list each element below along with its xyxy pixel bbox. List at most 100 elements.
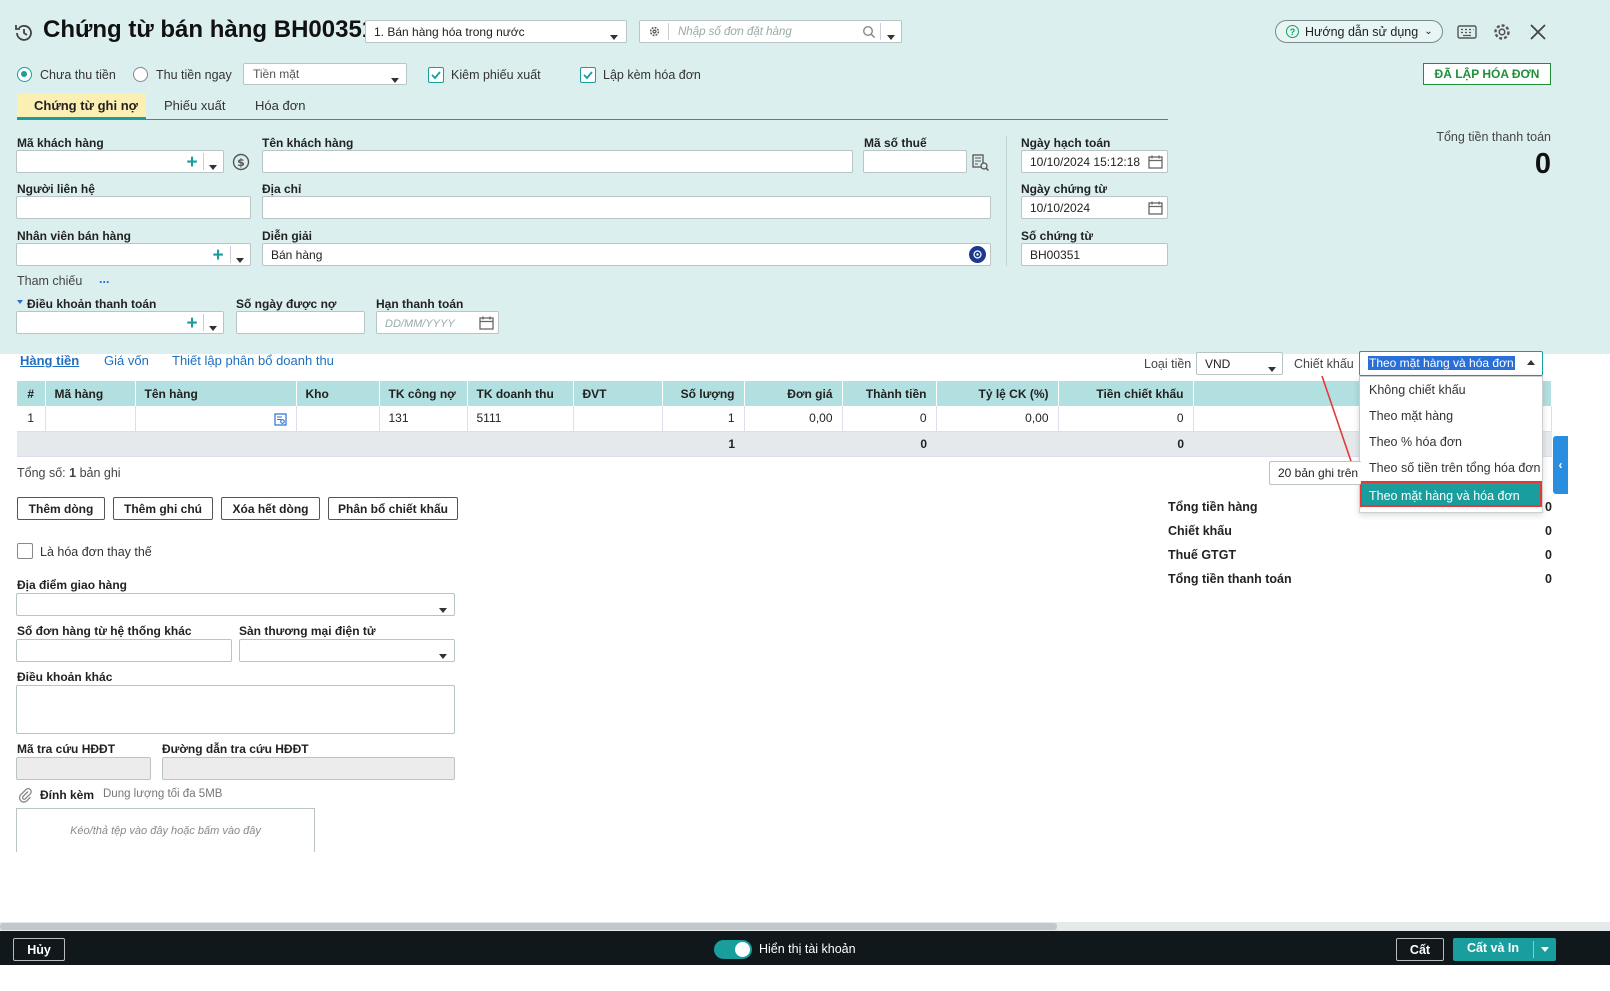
sale-type-select[interactable]: 1. Bán hàng hóa trong nước	[365, 20, 627, 43]
settings-gear-icon[interactable]	[1490, 20, 1514, 44]
add-row-button[interactable]: Thêm dòng	[17, 497, 105, 520]
col-header[interactable]: Số lượng	[662, 381, 745, 406]
dollar-icon[interactable]: $	[231, 152, 251, 172]
cell-unit[interactable]	[573, 406, 663, 432]
horizontal-scrollbar[interactable]	[0, 922, 1610, 931]
attachment-dropzone[interactable]: Kéo/thả tệp vào đây hoặc bấm vào đây	[16, 808, 315, 852]
col-header[interactable]: Kho	[296, 381, 380, 406]
other-order-no-input[interactable]	[16, 639, 232, 662]
svg-text:$: $	[237, 156, 245, 169]
due-date-input[interactable]: DD/MM/YYYY	[376, 311, 499, 334]
col-header[interactable]: Thành tiền	[842, 381, 937, 406]
cell-item-code[interactable]	[45, 406, 136, 432]
calendar-icon[interactable]	[477, 314, 495, 332]
item-detail-icon[interactable]	[274, 412, 288, 426]
save-print-button[interactable]: Cất và In	[1453, 938, 1556, 961]
voucher-no-input[interactable]: BH00351	[1021, 243, 1168, 266]
calendar-icon[interactable]	[1146, 199, 1164, 217]
chevron-down-icon[interactable]	[209, 326, 217, 331]
allocate-discount-button[interactable]: Phân bổ chiết khấu	[328, 497, 458, 520]
payment-method-select[interactable]: Tiền mặt	[243, 63, 407, 85]
delivery-place-select[interactable]	[16, 593, 455, 616]
side-panel-toggle-icon[interactable]: ‹	[1553, 436, 1568, 494]
cell-item-name[interactable]	[135, 406, 297, 432]
cell-discount-amount[interactable]: 0	[1058, 406, 1194, 432]
detail-tab-revenue-allocation[interactable]: Thiết lập phân bổ doanh thu	[172, 353, 334, 368]
history-icon[interactable]	[12, 21, 36, 45]
cell-warehouse[interactable]	[296, 406, 380, 432]
ecommerce-select[interactable]	[239, 639, 455, 662]
with-delivery-checkbox[interactable]	[428, 67, 444, 83]
col-header[interactable]: Tiền chiết khấu	[1058, 381, 1194, 406]
address-input[interactable]	[262, 196, 991, 219]
salesperson-input[interactable]: +	[16, 243, 251, 266]
cell-revenue-account[interactable]: 5111	[467, 406, 574, 432]
save-button[interactable]: Cất	[1396, 938, 1444, 961]
gear-icon[interactable]	[640, 21, 668, 42]
tax-code-input[interactable]	[863, 150, 967, 173]
customer-name-input[interactable]	[262, 150, 853, 173]
tab-invoice[interactable]: Hóa đơn	[255, 98, 305, 113]
paid-now-radio[interactable]	[133, 67, 148, 82]
page-size-select[interactable]: 20 bản ghi trên	[1269, 461, 1361, 485]
cell-ar-account[interactable]: 131	[379, 406, 468, 432]
replacement-invoice-checkbox[interactable]	[17, 543, 33, 559]
add-icon[interactable]: +	[209, 245, 227, 265]
close-icon[interactable]	[1526, 20, 1550, 44]
chevron-down-icon[interactable]	[887, 35, 895, 40]
chevron-down-icon[interactable]	[1541, 947, 1549, 952]
chevron-down-icon[interactable]	[209, 165, 217, 170]
calendar-icon[interactable]	[1146, 153, 1164, 171]
contact-input[interactable]	[16, 196, 251, 219]
discount-select[interactable]: Theo mặt hàng và hóa đơn	[1359, 351, 1543, 376]
col-header[interactable]: Đơn giá	[744, 381, 843, 406]
col-header[interactable]: Tỷ lệ CK (%)	[936, 381, 1059, 406]
order-search[interactable]: Nhập số đơn đặt hàng	[639, 20, 902, 43]
collapse-icon[interactable]	[17, 300, 23, 304]
col-header[interactable]: ĐVT	[573, 381, 663, 406]
search-icon[interactable]	[858, 21, 880, 42]
chevron-down-icon[interactable]	[236, 258, 244, 263]
payment-terms-input[interactable]: +	[16, 311, 224, 334]
credit-days-input[interactable]	[236, 311, 365, 334]
customer-code-input[interactable]: +	[16, 150, 224, 173]
unpaid-radio[interactable]	[17, 67, 32, 82]
currency-select[interactable]: VND	[1196, 352, 1283, 375]
col-header[interactable]: Mã hàng	[45, 381, 136, 406]
discount-option[interactable]: Không chiết khấu	[1360, 377, 1542, 403]
col-header[interactable]: #	[17, 381, 46, 406]
tax-lookup-icon[interactable]	[970, 151, 990, 173]
voucher-date-input[interactable]: 10/10/2024	[1021, 196, 1168, 219]
cell-unit-price[interactable]: 0,00	[744, 406, 843, 432]
voice-input-icon[interactable]	[969, 246, 986, 263]
add-icon[interactable]: +	[183, 313, 201, 333]
add-note-button[interactable]: Thêm ghi chú	[113, 497, 213, 520]
help-button[interactable]: ? Hướng dẫn sử dụng ⌄	[1275, 20, 1443, 43]
other-terms-textarea[interactable]	[16, 685, 455, 734]
cancel-button[interactable]: Hủy	[13, 938, 65, 961]
discount-option[interactable]: Theo mặt hàng	[1360, 403, 1542, 429]
col-header[interactable]: Tên hàng	[135, 381, 297, 406]
show-accounts-toggle[interactable]	[714, 940, 752, 959]
col-header[interactable]: TK công nợ	[379, 381, 468, 406]
cell-discount-rate[interactable]: 0,00	[936, 406, 1059, 432]
discount-option-selected[interactable]: Theo mặt hàng và hóa đơn	[1360, 481, 1542, 507]
reference-more-link[interactable]: ...	[99, 272, 109, 286]
description-input[interactable]: Bán hàng	[262, 243, 991, 266]
discount-option[interactable]: Theo số tiền trên tổng hóa đơn	[1360, 455, 1542, 481]
discount-option[interactable]: Theo % hóa đơn	[1360, 429, 1542, 455]
keyboard-icon[interactable]	[1455, 20, 1479, 44]
tab-delivery-note[interactable]: Phiếu xuất	[164, 98, 225, 113]
delete-all-rows-button[interactable]: Xóa hết dòng	[221, 497, 320, 520]
description-label: Diễn giải	[262, 229, 313, 243]
detail-tab-goods[interactable]: Hàng tiền	[20, 353, 79, 368]
detail-tab-cost[interactable]: Giá vốn	[104, 353, 149, 368]
with-invoice-checkbox[interactable]	[580, 67, 596, 83]
col-header[interactable]: TK doanh thu	[467, 381, 574, 406]
scrollbar-thumb[interactable]	[0, 923, 1057, 930]
posting-date-input[interactable]: 10/10/2024 15:12:18	[1021, 150, 1168, 173]
salesperson-label: Nhân viên bán hàng	[17, 229, 132, 243]
add-icon[interactable]: +	[183, 152, 201, 172]
cell-amount[interactable]: 0	[842, 406, 937, 432]
cell-qty[interactable]: 1	[662, 406, 745, 432]
